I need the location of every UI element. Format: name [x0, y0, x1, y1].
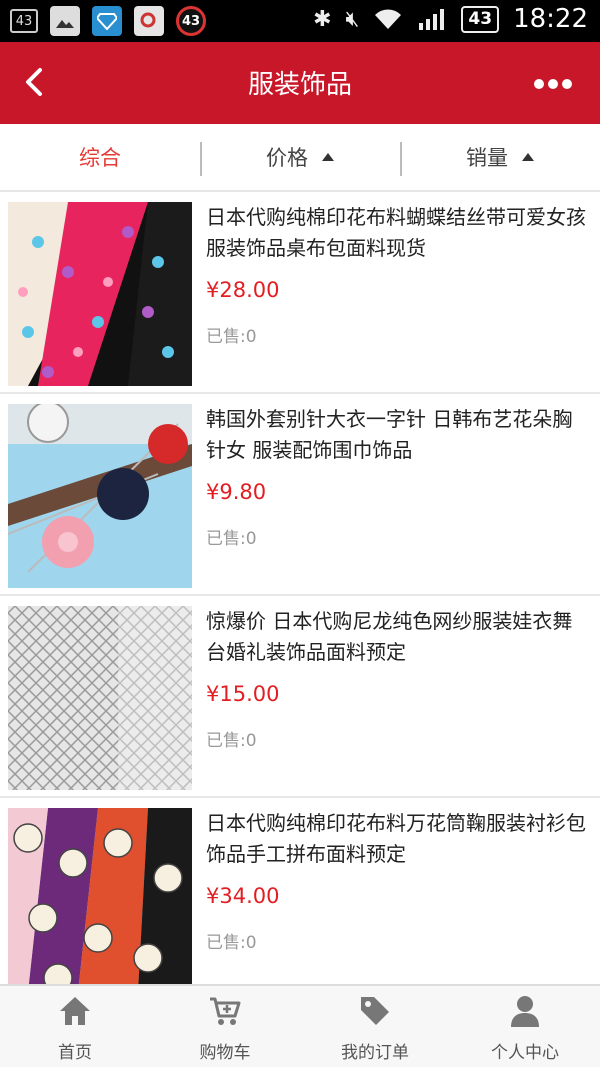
tag-icon [361, 997, 389, 1025]
product-image-flower-pin[interactable] [8, 404, 192, 588]
battery-icon: 43 [461, 5, 500, 33]
product-image-kaleidoscope-fabric[interactable] [8, 808, 192, 992]
status-bar: 43 43 ✱ 🔇︎ 43 18:22 [0, 0, 600, 42]
search-app-icon [134, 6, 164, 36]
home-icon [60, 997, 90, 1025]
sort-tab-sales[interactable]: 销量 [400, 124, 600, 190]
product-item[interactable]: 日本代购纯棉印花布料万花筒鞠服装衬衫包饰品手工拼布面料预定 ¥34.00 已售:… [0, 798, 600, 1000]
product-sold-count: 已售:0 [206, 327, 257, 347]
sort-up-icon [522, 153, 534, 161]
product-price: ¥28.00 [206, 278, 280, 302]
sort-tab-default[interactable]: 综合 [0, 124, 200, 190]
product-image-mesh-fabric[interactable] [8, 606, 192, 790]
sort-tab-label: 价格 [266, 146, 308, 170]
clock: 18:22 [513, 4, 588, 34]
app-header: 服装饰品 [0, 42, 600, 124]
product-item[interactable]: 韩国外套别针大衣一字针 日韩布艺花朵胸针女 服装配饰围巾饰品 ¥9.80 已售:… [0, 394, 600, 596]
signal-icon [419, 9, 445, 30]
product-sold-count: 已售:0 [206, 731, 257, 751]
product-name[interactable]: 日本代购纯棉印花布料万花筒鞠服装衬衫包饰品手工拼布面料预定 [206, 808, 586, 870]
sort-tab-label: 综合 [79, 146, 121, 170]
product-price: ¥9.80 [206, 480, 267, 504]
tab-orders[interactable]: 我的订单 [300, 986, 450, 1067]
tab-home[interactable]: 首页 [0, 986, 150, 1067]
more-icon[interactable] [534, 74, 578, 90]
product-list: 日本代购纯棉印花布料蝴蝶结丝带可爱女孩服装饰品桌布包面料现货 ¥28.00 已售… [0, 192, 600, 1000]
bluetooth-icon: ✱ [313, 6, 332, 32]
product-price: ¥34.00 [206, 884, 280, 908]
product-name[interactable]: 韩国外套别针大衣一字针 日韩布艺花朵胸针女 服装配饰围巾饰品 [206, 404, 586, 466]
product-item[interactable]: 惊爆价 日本代购尼龙纯色网纱服装娃衣舞台婚礼装饰品面料预定 ¥15.00 已售:… [0, 596, 600, 798]
sort-bar: 综合 价格 销量 [0, 124, 600, 192]
tab-label: 个人中心 [491, 1043, 559, 1063]
sort-up-icon [322, 153, 334, 161]
tab-label: 首页 [58, 1043, 92, 1063]
mute-icon: 🔇︎ [345, 6, 360, 32]
page-title: 服装饰品 [247, 70, 352, 100]
wifi-icon [375, 9, 402, 29]
tab-profile[interactable]: 个人中心 [450, 986, 600, 1067]
product-item[interactable]: 日本代购纯棉印花布料蝴蝶结丝带可爱女孩服装饰品桌布包面料现货 ¥28.00 已售… [0, 192, 600, 394]
diamond-app-icon [92, 6, 122, 36]
tab-label: 购物车 [199, 1043, 251, 1063]
product-sold-count: 已售:0 [206, 529, 257, 549]
product-image-bow-fabric[interactable] [8, 202, 192, 386]
product-price: ¥15.00 [206, 682, 280, 706]
tab-label: 我的订单 [341, 1043, 409, 1063]
tab-cart[interactable]: 购物车 [150, 986, 300, 1067]
cart-icon [210, 997, 241, 1025]
badge-count-icon: 43 [176, 6, 206, 36]
bottom-nav: 首页 购物车 我的订单 个人中心 [0, 984, 600, 1067]
sort-tab-label: 销量 [466, 146, 508, 170]
sort-tab-price[interactable]: 价格 [200, 124, 400, 190]
product-name[interactable]: 惊爆价 日本代购尼龙纯色网纱服装娃衣舞台婚礼装饰品面料预定 [206, 606, 586, 668]
product-sold-count: 已售:0 [206, 933, 257, 953]
notification-count-icon: 43 [10, 9, 38, 33]
user-icon [511, 996, 539, 1027]
gallery-icon [50, 6, 80, 36]
product-name[interactable]: 日本代购纯棉印花布料蝴蝶结丝带可爱女孩服装饰品桌布包面料现货 [206, 202, 586, 264]
